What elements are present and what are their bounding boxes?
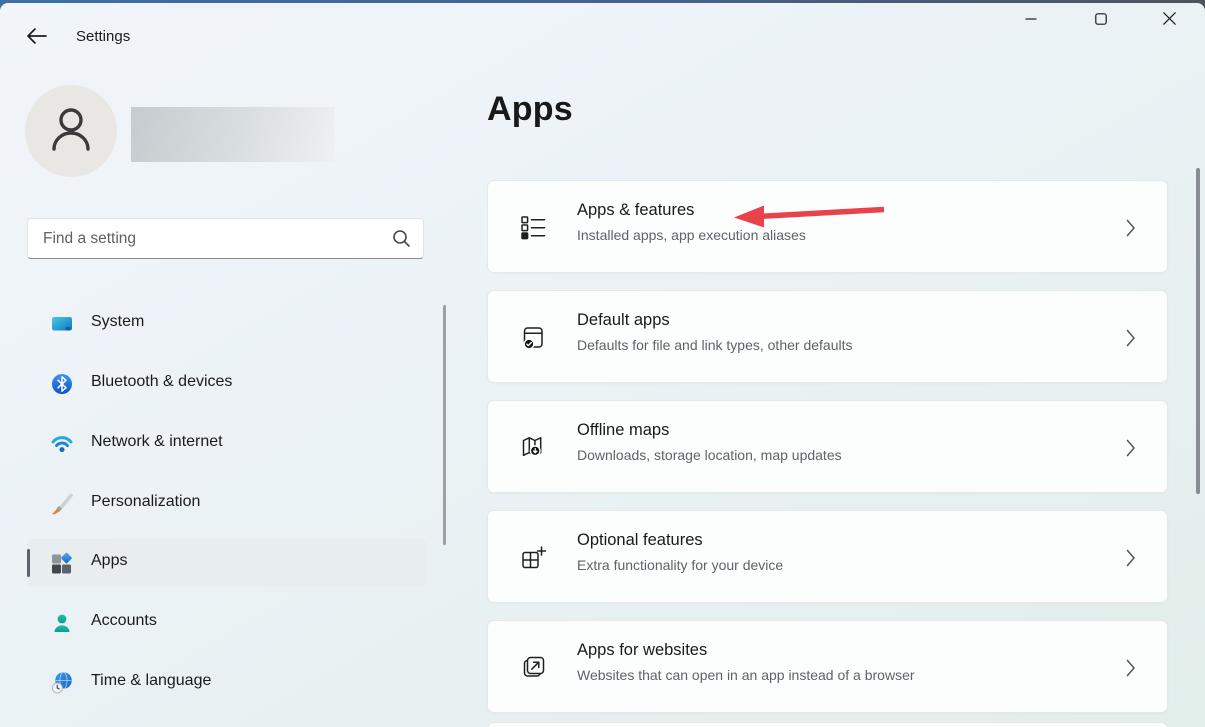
sidebar-item-system[interactable]: System bbox=[27, 300, 426, 348]
sidebar-item-label: Network & internet bbox=[91, 433, 223, 451]
chevron-right-icon bbox=[1126, 549, 1136, 572]
maximize-icon bbox=[1095, 12, 1107, 30]
card-offline-maps[interactable]: Offline maps Downloads, storage location… bbox=[487, 400, 1168, 493]
card-subtitle: Websites that can open in an app instead… bbox=[577, 667, 915, 683]
checklist-icon bbox=[520, 214, 547, 241]
card-title: Optional features bbox=[577, 531, 703, 550]
paint-brush-icon bbox=[50, 492, 74, 516]
selection-indicator bbox=[27, 549, 30, 577]
sidebar-item-personalization[interactable]: Personalization bbox=[27, 480, 426, 528]
username-blurred bbox=[131, 107, 334, 162]
desktop-background: Settings bbox=[0, 0, 1205, 727]
search-icon bbox=[392, 229, 411, 253]
sidebar-item-network-internet[interactable]: Network & internet bbox=[27, 420, 426, 468]
open-external-icon bbox=[520, 654, 547, 681]
card-subtitle: Installed apps, app execution aliases bbox=[577, 227, 806, 243]
card-title: Apps & features bbox=[577, 201, 694, 220]
card-title: Default apps bbox=[577, 311, 670, 330]
chevron-right-icon bbox=[1126, 219, 1136, 242]
main-scrollbar[interactable] bbox=[1196, 168, 1200, 494]
close-button[interactable] bbox=[1146, 3, 1192, 39]
card-optional-features[interactable]: Optional features Extra functionality fo… bbox=[487, 510, 1168, 603]
card-title: Offline maps bbox=[577, 421, 669, 440]
card-apps-for-websites[interactable]: Apps for websites Websites that can open… bbox=[487, 620, 1168, 713]
sidebar-item-apps[interactable]: Apps bbox=[27, 539, 426, 587]
minimize-icon bbox=[1025, 12, 1037, 30]
sidebar-item-bluetooth-devices[interactable]: Bluetooth & devices bbox=[27, 360, 426, 408]
chevron-right-icon bbox=[1126, 439, 1136, 462]
settings-window: Settings bbox=[0, 3, 1205, 727]
card-default-apps[interactable]: Default apps Defaults for file and link … bbox=[487, 290, 1168, 383]
map-download-icon bbox=[520, 434, 547, 461]
sidebar-item-label: System bbox=[91, 313, 144, 331]
grid-plus-icon bbox=[520, 544, 547, 571]
search-input[interactable] bbox=[27, 218, 424, 259]
app-window-check-icon bbox=[520, 324, 547, 351]
apps-icon bbox=[50, 551, 74, 575]
sidebar-item-label: Accounts bbox=[91, 612, 157, 630]
card-subtitle: Defaults for file and link types, other … bbox=[577, 337, 852, 353]
sidebar-item-label: Personalization bbox=[91, 493, 200, 511]
system-icon bbox=[50, 312, 74, 336]
sidebar-item-label: Bluetooth & devices bbox=[91, 373, 232, 391]
accounts-icon bbox=[50, 611, 74, 635]
chevron-right-icon bbox=[1126, 659, 1136, 682]
page-title: Apps bbox=[487, 90, 573, 129]
bluetooth-icon bbox=[50, 372, 74, 396]
window-title: Settings bbox=[76, 28, 130, 45]
person-icon bbox=[49, 106, 93, 157]
avatar bbox=[25, 85, 117, 177]
search-box bbox=[27, 218, 424, 259]
card-partial-next[interactable] bbox=[487, 722, 1168, 727]
chevron-right-icon bbox=[1126, 329, 1136, 352]
maximize-button[interactable] bbox=[1078, 3, 1124, 39]
wifi-icon bbox=[50, 432, 74, 456]
close-icon bbox=[1163, 12, 1176, 30]
sidebar-item-accounts[interactable]: Accounts bbox=[27, 599, 426, 647]
minimize-button[interactable] bbox=[1008, 3, 1054, 39]
sidebar-item-label: Apps bbox=[91, 552, 127, 570]
sidebar-item-time-language[interactable]: Time & language bbox=[27, 659, 426, 707]
card-subtitle: Downloads, storage location, map updates bbox=[577, 447, 842, 463]
back-arrow-icon bbox=[26, 27, 48, 50]
back-button[interactable] bbox=[22, 23, 52, 53]
card-apps-and-features[interactable]: Apps & features Installed apps, app exec… bbox=[487, 180, 1168, 273]
sidebar-item-label: Time & language bbox=[91, 672, 211, 690]
globe-clock-icon bbox=[50, 671, 74, 695]
card-subtitle: Extra functionality for your device bbox=[577, 557, 783, 573]
card-title: Apps for websites bbox=[577, 641, 707, 660]
sidebar-scrollbar[interactable] bbox=[443, 305, 446, 545]
